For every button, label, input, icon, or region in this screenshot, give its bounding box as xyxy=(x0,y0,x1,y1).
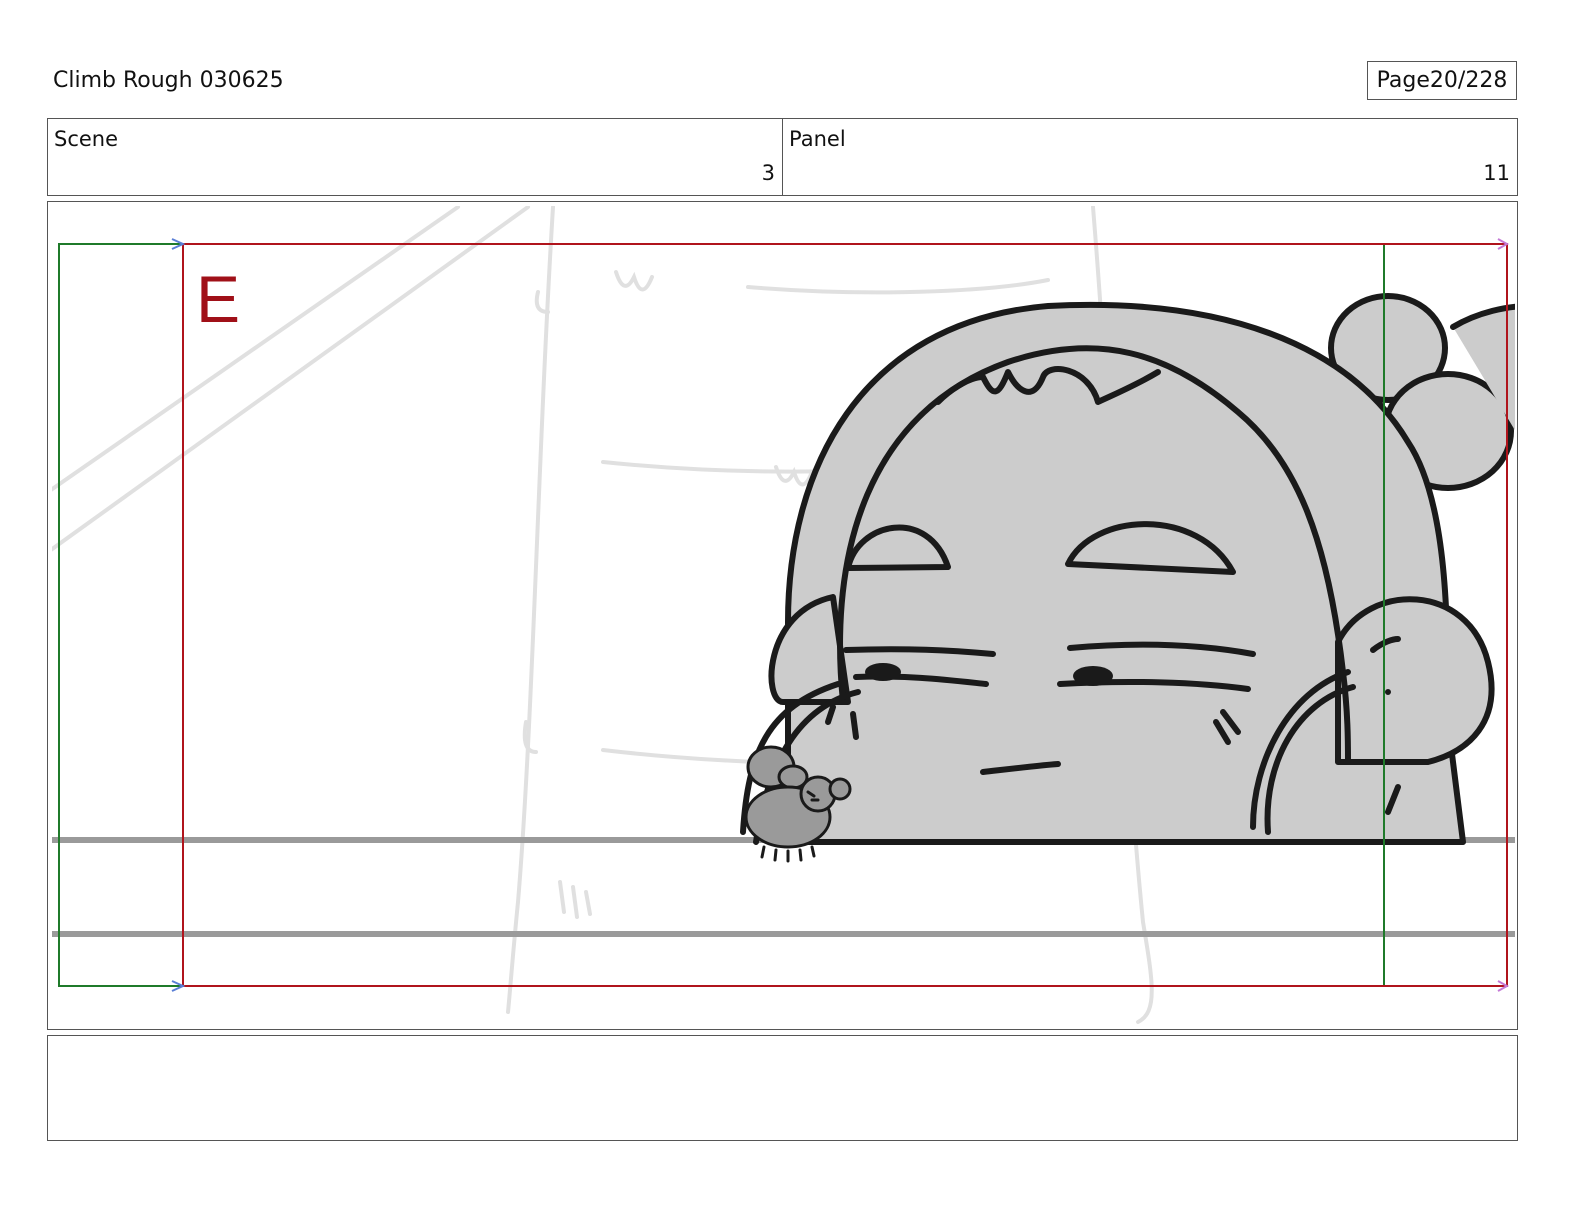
scene-label: Scene xyxy=(54,127,119,151)
character-drawing xyxy=(740,293,1515,845)
panel-cell: Panel 11 xyxy=(782,119,1517,195)
page-number: 20/228 xyxy=(1429,68,1508,93)
panel-label: Panel xyxy=(789,127,846,151)
scene-value: 3 xyxy=(761,161,775,185)
notes-box xyxy=(47,1035,1518,1141)
scene-cell: Scene 3 xyxy=(48,119,782,195)
header-table: Scene 3 Panel 11 xyxy=(47,118,1518,196)
page-indicator: Page 20/228 xyxy=(1367,61,1517,100)
page-label: Page xyxy=(1376,68,1430,93)
storyboard-drawing: E xyxy=(52,206,1515,1024)
field-marker: E xyxy=(196,262,240,336)
panel-value: 11 xyxy=(1483,161,1510,185)
panel-frame: E xyxy=(47,201,1518,1030)
document-title: Climb Rough 030625 xyxy=(53,68,284,93)
